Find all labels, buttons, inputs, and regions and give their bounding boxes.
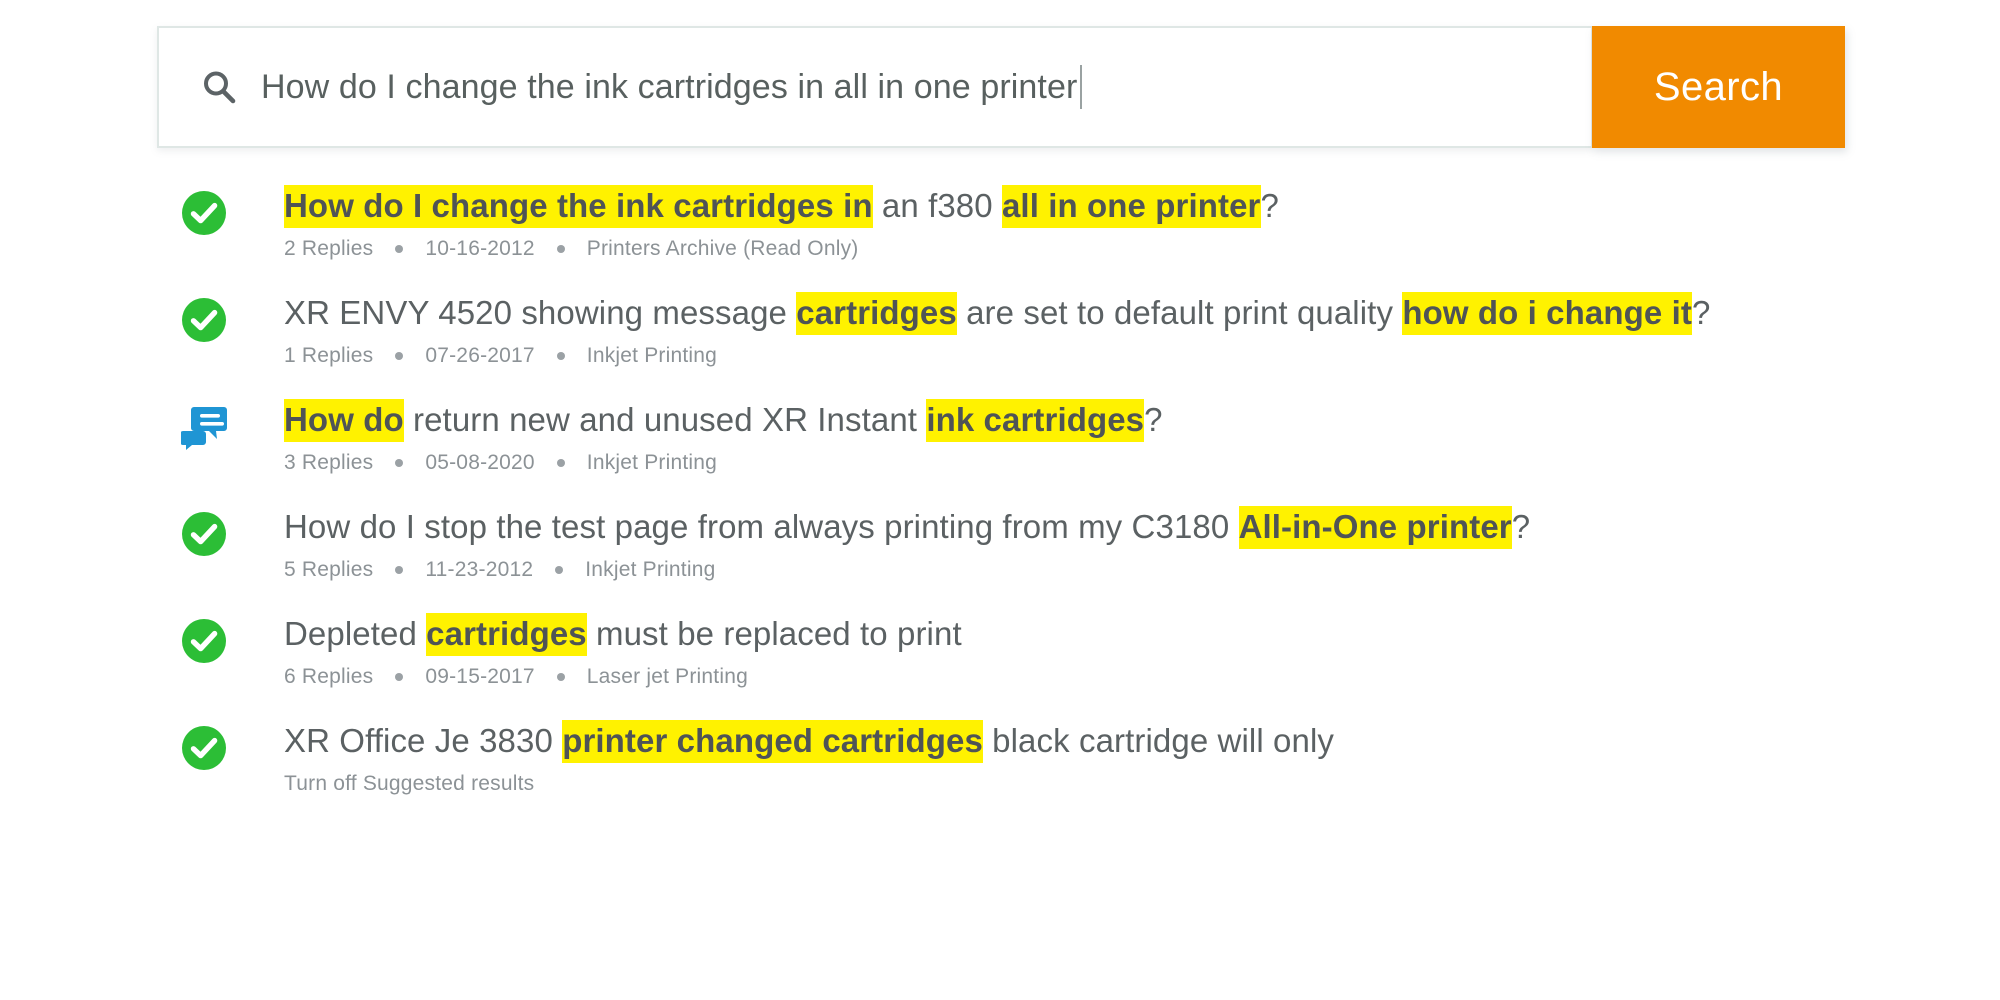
- title-text: an f380: [872, 187, 1002, 224]
- result-body: XR Office Je 3830 printer changed cartri…: [284, 719, 2000, 796]
- title-text: return new and unused XR Instant: [403, 401, 927, 438]
- meta-separator-dot: [395, 673, 404, 681]
- reply-count: 6 Replies: [284, 665, 374, 688]
- green-check-icon: [181, 511, 227, 557]
- post-date: 07-26-2017: [425, 344, 535, 367]
- search-input-container[interactable]: How do I change the ink cartridges in al…: [157, 26, 1593, 148]
- title-text: ?: [1260, 187, 1279, 224]
- board-name[interactable]: Inkjet Printing: [587, 451, 717, 475]
- highlighted-term: How do: [284, 399, 404, 442]
- title-text: How do I stop the test page from always …: [284, 508, 1239, 545]
- green-check-icon: [181, 725, 227, 771]
- result-body: How do I stop the test page from always …: [284, 505, 2000, 582]
- results-list: How do I change the ink cartridges in an…: [0, 184, 2000, 826]
- suggested-results-page: How do I change the ink cartridges in al…: [0, 0, 2000, 1000]
- result-meta: 1 Replies 07-26-2017 Inkjet Printing: [284, 344, 1960, 368]
- chat-bubbles-icon: [181, 404, 227, 450]
- search-button[interactable]: Search: [1592, 26, 1845, 148]
- meta-separator-dot: [556, 245, 565, 253]
- highlighted-term: printer changed cartridges: [562, 720, 983, 763]
- highlighted-term: cartridges: [796, 292, 957, 335]
- search-input[interactable]: How do I change the ink cartridges in al…: [261, 28, 1591, 146]
- board-name[interactable]: Laser jet Printing: [587, 665, 748, 689]
- highlighted-term: How do I change the ink cartridges in: [284, 185, 873, 228]
- turn-off-suggested-results-link[interactable]: Turn off Suggested results: [284, 772, 1960, 796]
- result-meta: 5 Replies 11-23-2012 Inkjet Printing: [284, 558, 1960, 582]
- result-body: How do I change the ink cartridges in an…: [284, 184, 2000, 261]
- result-title[interactable]: XR ENVY 4520 showing message cartridges …: [284, 291, 1960, 335]
- meta-separator-dot: [395, 352, 404, 360]
- result-row[interactable]: How do I change the ink cartridges in an…: [0, 184, 2000, 261]
- post-date: 09-15-2017: [425, 665, 535, 688]
- result-meta: 6 Replies 09-15-2017 Laser jet Printing: [284, 665, 1960, 689]
- result-body: Depleted cartridges must be replaced to …: [284, 612, 2000, 689]
- result-title[interactable]: How do I change the ink cartridges in an…: [284, 184, 1960, 228]
- green-check-icon: [181, 618, 227, 664]
- meta-separator-dot: [556, 673, 565, 681]
- post-date: 05-08-2020: [425, 451, 535, 474]
- result-row[interactable]: Depleted cartridges must be replaced to …: [0, 612, 2000, 689]
- title-text: ?: [1691, 294, 1711, 331]
- board-name[interactable]: Inkjet Printing: [587, 344, 717, 368]
- search-button-label: Search: [1653, 64, 1784, 109]
- search-icon: [201, 69, 237, 105]
- result-title[interactable]: Depleted cartridges must be replaced to …: [284, 612, 1960, 656]
- result-meta: 3 Replies 05-08-2020 Inkjet Printing: [284, 451, 1960, 475]
- post-date: 11-23-2012: [425, 558, 534, 581]
- post-date: 10-16-2012: [425, 237, 535, 260]
- highlighted-term: ink cartridges: [926, 399, 1145, 442]
- result-row[interactable]: How do I stop the test page from always …: [0, 505, 2000, 582]
- reply-count: 3 Replies: [284, 451, 374, 474]
- meta-separator-dot: [395, 245, 404, 253]
- meta-separator-dot: [556, 459, 565, 467]
- green-check-icon: [181, 297, 227, 343]
- reply-count: 5 Replies: [284, 558, 374, 581]
- reply-count: 2 Replies: [284, 237, 374, 260]
- search-bar: How do I change the ink cartridges in al…: [157, 26, 1845, 148]
- highlighted-term: cartridges: [426, 613, 587, 656]
- search-input-value: How do I change the ink cartridges in al…: [261, 67, 1078, 106]
- result-meta: 2 Replies 10-16-2012 Printers Archive (Rea…: [284, 237, 1960, 261]
- meta-separator-dot: [555, 566, 564, 574]
- result-row[interactable]: XR ENVY 4520 showing message cartridges …: [0, 291, 2000, 368]
- board-name[interactable]: Printers Archive (Read Only): [587, 237, 859, 261]
- title-text: XR Office Je 3830: [284, 722, 563, 759]
- board-name[interactable]: Inkjet Printing: [585, 558, 715, 582]
- title-text: black cartridge will only: [982, 722, 1334, 759]
- meta-separator-dot: [556, 352, 565, 360]
- green-check-icon: [181, 190, 227, 236]
- reply-count: 1 Replies: [284, 344, 374, 367]
- title-text: must be replaced to print: [586, 615, 962, 652]
- result-row[interactable]: XR Office Je 3830 printer changed cartri…: [0, 719, 2000, 796]
- meta-separator-dot: [395, 459, 404, 467]
- title-text: ?: [1144, 401, 1163, 438]
- title-text: ?: [1511, 508, 1531, 545]
- result-body: How do return new and unused XR Instant …: [284, 398, 2000, 475]
- title-text: XR ENVY 4520 showing message: [284, 294, 797, 331]
- text-caret: [1080, 65, 1083, 109]
- title-text: Depleted: [284, 615, 427, 652]
- highlighted-term: all in one printer: [1001, 185, 1261, 228]
- result-title[interactable]: How do return new and unused XR Instant …: [284, 398, 1960, 442]
- result-body: XR ENVY 4520 showing message cartridges …: [284, 291, 2000, 368]
- highlighted-term: how do i change it: [1402, 292, 1692, 335]
- result-row[interactable]: How do return new and unused XR Instant …: [0, 398, 2000, 475]
- meta-separator-dot: [395, 566, 404, 574]
- result-title[interactable]: XR Office Je 3830 printer changed cartri…: [284, 719, 1960, 763]
- highlighted-term: All-in-One printer: [1238, 506, 1512, 549]
- result-title[interactable]: How do I stop the test page from always …: [284, 505, 1960, 549]
- title-text: are set to default print quality: [956, 294, 1403, 331]
